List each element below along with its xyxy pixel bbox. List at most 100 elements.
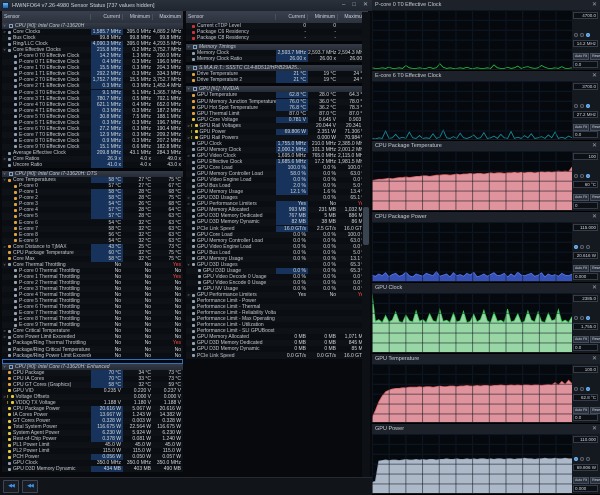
clk-icon — [14, 60, 17, 64]
close-button[interactable]: ✕ — [363, 0, 368, 11]
reset-button[interactable]: Reset — [590, 407, 600, 414]
scale-min-value[interactable]: 0.0 — [573, 414, 598, 421]
sensor-row[interactable]: GPU D3D Memory Dynamic 434 MB 403 MB 490 MB — [2, 466, 183, 473]
close-icon[interactable]: ✕ — [592, 71, 597, 81]
color-dot-1[interactable] — [574, 316, 578, 320]
color-dot-2[interactable] — [580, 174, 584, 178]
window-titlebar[interactable]: HWiNFO64 v7.26-4980 Sensor Status [737 v… — [0, 0, 372, 11]
color-dot-3[interactable] — [586, 33, 590, 37]
sensor-row[interactable]: Uncore Ratio 41.0 x 4.0 x 43.0 x — [2, 162, 183, 169]
color-dot-2[interactable] — [580, 245, 584, 249]
close-icon[interactable]: ✕ — [592, 424, 597, 434]
scale-min-value[interactable]: 0 — [573, 202, 598, 209]
column-header-sensor[interactable]: Sensor — [186, 14, 276, 20]
column-header-sensor[interactable]: Sensor — [2, 14, 91, 20]
color-dot-3[interactable] — [586, 316, 590, 320]
ld-icon — [14, 275, 17, 279]
tmp-icon — [14, 227, 17, 231]
column-header-maximum[interactable]: Maximum — [153, 14, 183, 20]
column-header-minimum[interactable]: Minimum — [308, 14, 338, 20]
color-dot-3[interactable] — [586, 174, 590, 178]
scale-min-value[interactable]: 0.0 — [573, 61, 598, 68]
checkbox-icon[interactable] — [193, 45, 197, 50]
color-dot-2[interactable] — [580, 104, 584, 108]
close-icon[interactable]: ✕ — [592, 212, 597, 222]
maximize-button[interactable]: □ — [352, 0, 356, 11]
scale-max-value[interactable]: 110.000 — [573, 436, 598, 443]
color-dot-1[interactable] — [574, 33, 578, 37]
checkbox-icon[interactable] — [9, 364, 13, 369]
minimize-button[interactable]: – — [342, 0, 345, 11]
color-dot-2[interactable] — [580, 457, 584, 461]
graph-title: CPU Package Power — [375, 214, 427, 220]
scale-min-value[interactable]: 0.0 — [573, 131, 598, 138]
column-header-current[interactable]: Current — [276, 14, 308, 20]
sensor-row[interactable]: Memory Clock Ratio 26.00 x 26.00 x 26.00 x — [186, 56, 368, 63]
auto-fit-button[interactable]: Auto Fit — [573, 194, 590, 201]
reset-button[interactable]: Reset — [590, 194, 600, 201]
history-back-button-1[interactable]: ◀◀ — [3, 480, 19, 493]
reset-button[interactable]: Reset — [590, 53, 600, 60]
reset-button[interactable]: Reset — [590, 124, 600, 131]
graph-title-bar[interactable]: CPU Package Power ✕ — [372, 212, 600, 222]
auto-fit-button[interactable]: Auto Fit — [573, 477, 590, 484]
graph-title-bar[interactable]: P-core 0 T0 Effective Clock ✕ — [372, 0, 600, 10]
graph-title-bar[interactable]: CPU Package Temperature ✕ — [372, 141, 600, 151]
vlt-icon — [194, 124, 198, 128]
auto-fit-button[interactable]: Auto Fit — [573, 265, 590, 272]
checkbox-icon[interactable] — [193, 66, 197, 71]
reset-button[interactable]: Reset — [590, 336, 600, 343]
reset-button[interactable]: Reset — [590, 265, 600, 272]
auto-fit-button[interactable]: Auto Fit — [573, 407, 590, 414]
graph-title-bar[interactable]: GPU Power ✕ — [372, 424, 600, 434]
graph-title-bar[interactable]: E-core 6 T0 Effective Clock ✕ — [372, 71, 600, 81]
reset-button[interactable]: Reset — [590, 477, 600, 484]
color-dot-1[interactable] — [574, 457, 578, 461]
graph-panel-6: GPU Temperature ✕ 100.0 62.8 °C Auto Fit Rese… — [372, 354, 600, 424]
auto-fit-button[interactable]: Auto Fit — [573, 124, 590, 131]
auto-fit-button[interactable]: Auto Fit — [573, 336, 590, 343]
scale-max-value[interactable]: 115.000 — [573, 224, 598, 231]
color-dot-2[interactable] — [580, 387, 584, 391]
color-dot-3[interactable] — [586, 245, 590, 249]
color-dot-2[interactable] — [580, 33, 584, 37]
color-dot-3[interactable] — [586, 104, 590, 108]
color-dot-1[interactable] — [574, 387, 578, 391]
history-back-button-2[interactable]: ◀◀ — [22, 480, 38, 493]
scale-max-value[interactable]: 3700.0 — [573, 83, 598, 90]
auto-fit-button[interactable]: Auto Fit — [573, 53, 590, 60]
scale-min-value[interactable]: 0.0 — [573, 344, 598, 351]
close-icon[interactable]: ✕ — [592, 141, 597, 151]
checkbox-icon[interactable] — [9, 24, 13, 29]
sensor-label-cell: Drive Temperature 2 — [186, 77, 276, 83]
scrollbar-thumb[interactable] — [363, 207, 369, 245]
ld-icon — [8, 263, 11, 267]
close-icon[interactable]: ✕ — [592, 0, 597, 10]
graph-title-bar[interactable]: GPU Temperature ✕ — [372, 354, 600, 364]
scale-max-value[interactable]: 2385.0 — [573, 295, 598, 302]
color-dot-3[interactable] — [586, 387, 590, 391]
color-dot-1[interactable] — [574, 104, 578, 108]
color-dot-2[interactable] — [580, 316, 584, 320]
ld-icon — [192, 323, 195, 327]
checkbox-icon[interactable] — [193, 87, 197, 92]
sensor-row[interactable]: Package C8 Residency--- — [186, 35, 368, 42]
checkbox-icon[interactable] — [9, 172, 13, 177]
color-dot-1[interactable] — [574, 174, 578, 178]
sensor-row[interactable]: Drive Temperature 2 21 °C 19 °C 24 °C — [186, 77, 368, 84]
sensor-row[interactable]: PCIe Link Speed 0.0 GT/s 0.0 GT/s 16.0 GT/s — [186, 352, 368, 359]
scale-min-value[interactable]: 0.000 — [573, 273, 598, 280]
graph-title-bar[interactable]: GPU Clock ✕ — [372, 283, 600, 293]
scale-max-value[interactable]: 100 — [573, 153, 598, 160]
close-icon[interactable]: ✕ — [592, 354, 597, 364]
column-header-current[interactable]: Current — [91, 14, 123, 20]
sensor-row[interactable]: Package/Ring Power Limit Exceeded No No No — [2, 352, 183, 359]
close-icon[interactable]: ✕ — [592, 283, 597, 293]
scale-max-value[interactable]: 100.0 — [573, 366, 598, 373]
column-header-minimum[interactable]: Minimum — [123, 14, 153, 20]
color-dot-1[interactable] — [574, 245, 578, 249]
color-dot-3[interactable] — [586, 457, 590, 461]
scale-max-value[interactable]: 4700.0 — [573, 12, 598, 19]
vertical-scrollbar[interactable] — [362, 12, 370, 478]
scale-min-value[interactable]: 0.000 — [573, 485, 598, 492]
